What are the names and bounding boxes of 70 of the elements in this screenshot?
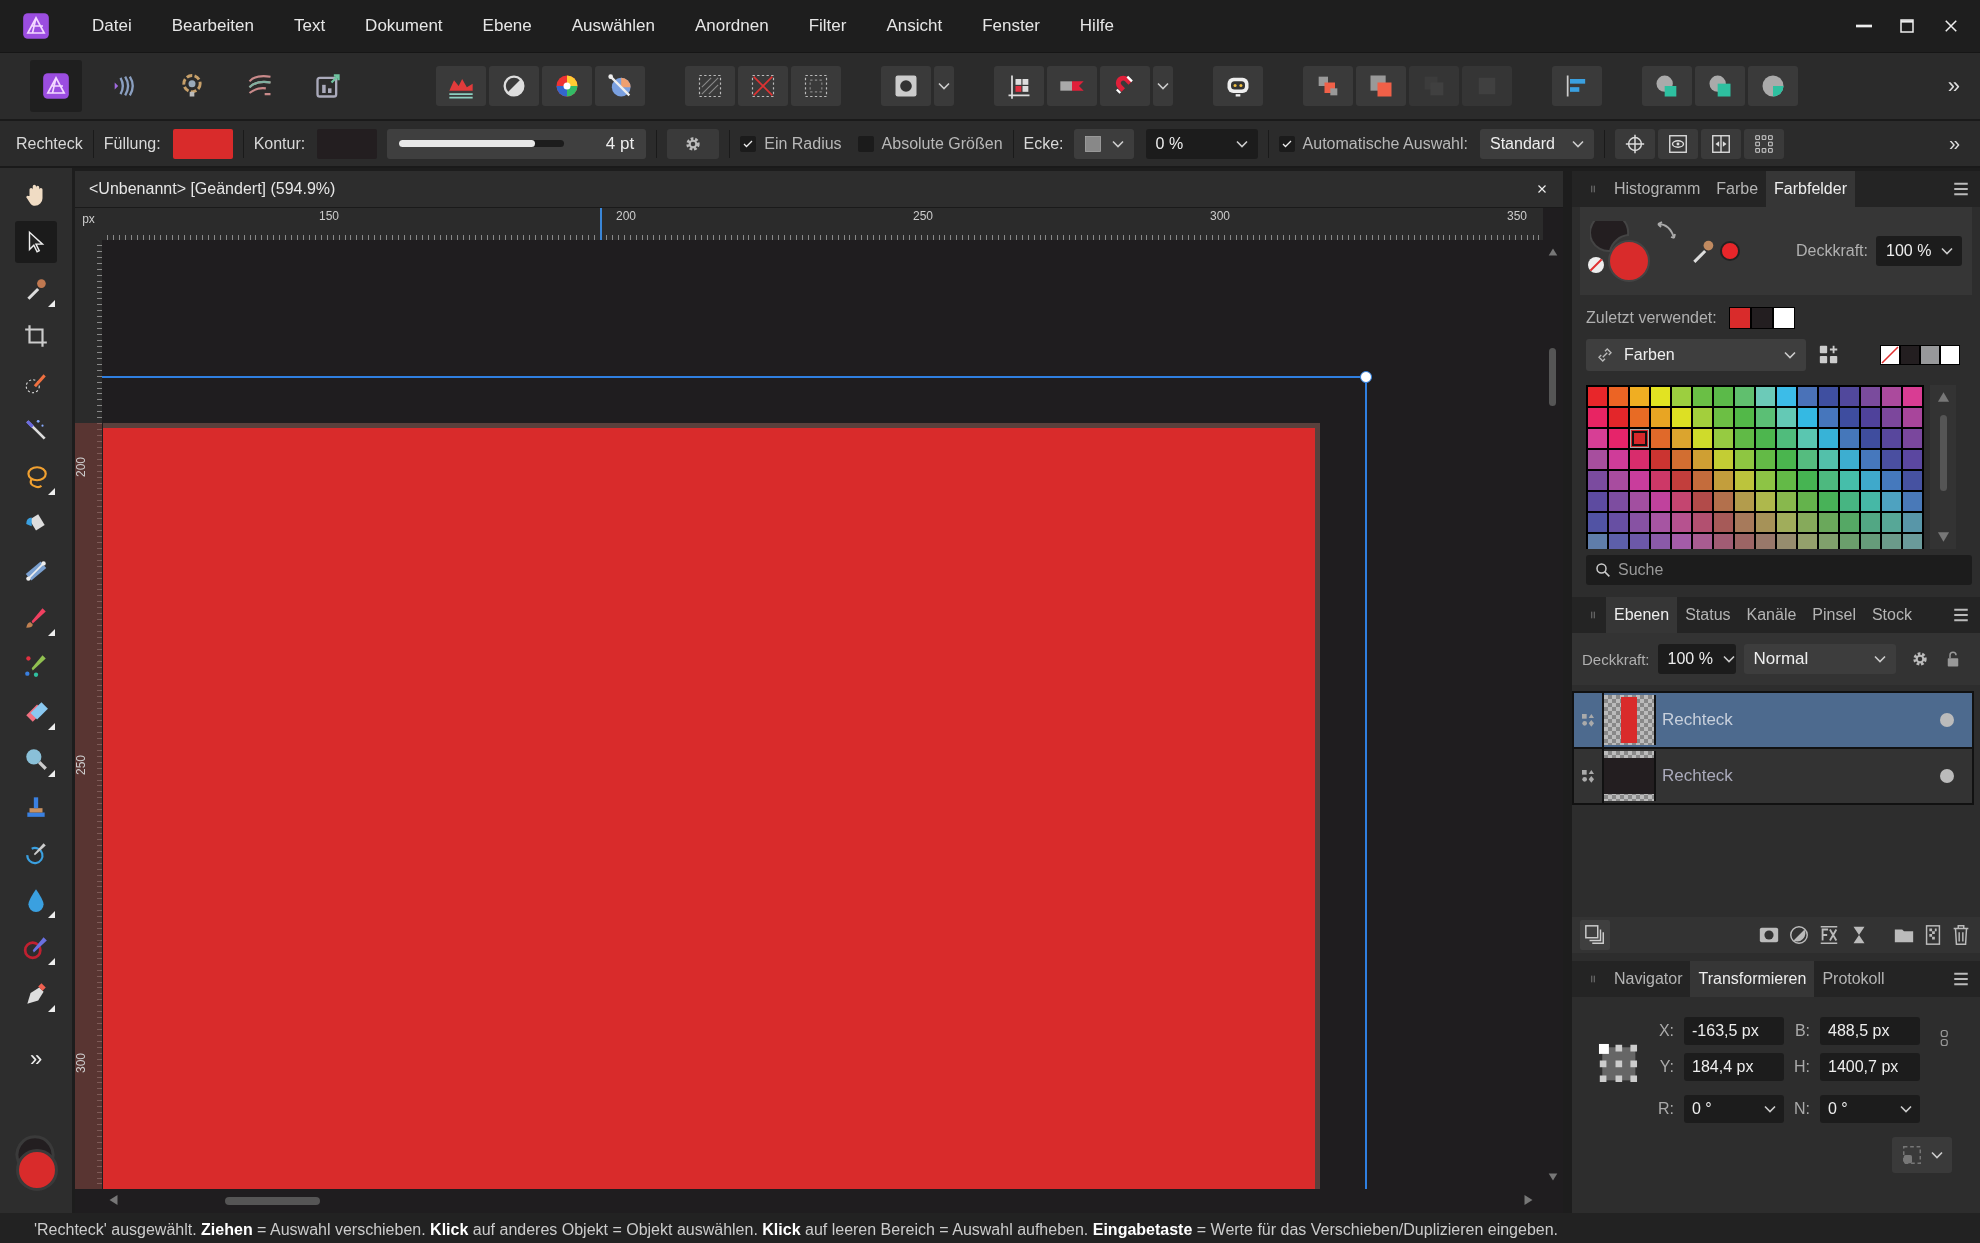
- value-field[interactable]: 184,4 px: [1684, 1053, 1784, 1081]
- panel-tab[interactable]: Stock: [1863, 597, 1920, 633]
- field-label: H:: [1794, 1058, 1810, 1076]
- ruler-label: 250: [74, 755, 88, 775]
- value-field[interactable]: 1400,7 px: [1820, 1053, 1920, 1081]
- stroke-width-value: 4 pt: [605, 133, 635, 154]
- checkbox-label: Automatische Auswahl:: [1302, 134, 1468, 153]
- panel-tab[interactable]: Navigator: [1606, 961, 1691, 997]
- field-label: B:: [1794, 1022, 1810, 1040]
- ruler-unit: px: [75, 208, 102, 240]
- panel-tab[interactable]: Histogramm: [1606, 171, 1709, 207]
- ruler-label: 300: [74, 1053, 88, 1073]
- angle-dropdown[interactable]: 0 °: [1820, 1095, 1920, 1123]
- panel-tab[interactable]: Transformieren: [1690, 961, 1815, 997]
- corner-value-dropdown[interactable]: 0 %: [1145, 128, 1258, 159]
- menu-item[interactable]: Auswählen: [551, 16, 675, 36]
- blend-mode-dropdown[interactable]: Normal: [1743, 644, 1896, 674]
- panel-tab[interactable]: Ebenen: [1606, 597, 1678, 633]
- ruler-label: 150: [319, 209, 340, 223]
- auto-select-dropdown[interactable]: Standard: [1480, 128, 1594, 159]
- menu-item[interactable]: Filter: [788, 16, 867, 36]
- more-button[interactable]: »: [1944, 132, 1964, 155]
- document-tab-title[interactable]: <Unbenannt> [Geändert] (594.9%): [89, 180, 336, 198]
- value-field[interactable]: -163,5 px: [1684, 1017, 1784, 1045]
- palette-dropdown[interactable]: Farben: [1586, 339, 1806, 371]
- checkbox-label: Absolute Größen: [881, 134, 1003, 153]
- angle-dropdown[interactable]: 0 °: [1684, 1095, 1784, 1123]
- menu-item[interactable]: Anordnen: [674, 16, 789, 36]
- corner-label: Ecke:: [1023, 134, 1064, 153]
- panel-tab[interactable]: Status: [1677, 597, 1739, 633]
- tool-name: Rechteck: [16, 134, 83, 153]
- menu-item[interactable]: Dokument: [345, 16, 463, 36]
- more-button[interactable]: »: [1943, 73, 1964, 99]
- menu-item[interactable]: Ebene: [462, 16, 552, 36]
- ruler-label: 350: [1507, 209, 1528, 223]
- layer-row[interactable]: Rechteck: [1572, 749, 1974, 805]
- panel-tab[interactable]: Farbe: [1708, 171, 1767, 207]
- value-field[interactable]: 488,5 px: [1820, 1017, 1920, 1045]
- ruler-label: 200: [74, 457, 88, 477]
- panel-tab[interactable]: Farbfelder: [1766, 171, 1855, 207]
- menu-item[interactable]: Hilfe: [1059, 16, 1134, 36]
- opacity-label: Deckkraft:: [1582, 650, 1650, 668]
- search-field[interactable]: Suche: [1586, 555, 1972, 585]
- field-label: N:: [1794, 1100, 1810, 1118]
- menu-item[interactable]: Text: [273, 16, 346, 36]
- stroke-label: Kontur:: [253, 134, 306, 153]
- layer-name: Rechteck: [1662, 766, 1733, 786]
- field-label: X:: [1658, 1022, 1674, 1040]
- opacity-dropdown[interactable]: 100 %: [1876, 236, 1962, 266]
- ruler-label: 300: [1210, 209, 1231, 223]
- panel-tab[interactable]: Protokoll: [1814, 961, 1893, 997]
- ruler-label: 250: [913, 209, 934, 223]
- more-tools-button[interactable]: »: [29, 1046, 43, 1072]
- ruler-label: 200: [616, 209, 637, 223]
- panel-tab[interactable]: Kanäle: [1738, 597, 1805, 633]
- panel-tab[interactable]: Pinsel: [1804, 597, 1864, 633]
- fill-label: Füllung:: [103, 134, 161, 153]
- layer-row[interactable]: Rechteck: [1572, 691, 1974, 749]
- field-label: R:: [1658, 1100, 1674, 1118]
- field-label: Y:: [1658, 1058, 1674, 1076]
- opacity-dropdown[interactable]: 100 %: [1657, 644, 1736, 674]
- checkbox-label: Ein Radius: [764, 134, 842, 153]
- menu-item[interactable]: Ansicht: [866, 16, 963, 36]
- opacity-label: Deckkraft:: [1796, 242, 1868, 260]
- layer-name: Rechteck: [1662, 710, 1733, 730]
- menu-item[interactable]: Fenster: [962, 16, 1060, 36]
- menu-item[interactable]: Bearbeiten: [151, 16, 274, 36]
- recent-colors-label: Zuletzt verwendet:: [1586, 309, 1717, 327]
- menu-item[interactable]: Datei: [72, 16, 152, 36]
- status-message: 'Rechteck' ausgewählt. Ziehen = Auswahl verschieben. Klick auf anderes Objekt = Objekt auswählen. Klick auf leeren Bereich = Auswahl aufheben. Eingabetaste = Werte für das Verschieben/Duplizieren eingeben.: [34, 1220, 1559, 1239]
